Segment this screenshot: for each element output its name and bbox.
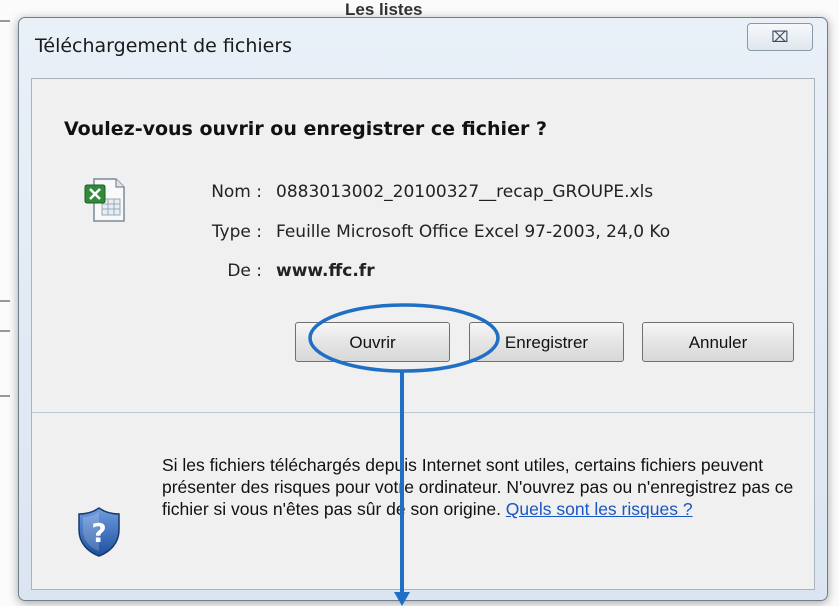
separator — [32, 412, 814, 413]
close-button[interactable]: ⌧ — [747, 23, 813, 51]
file-source-label: De : — [227, 261, 262, 281]
risks-link[interactable]: Quels sont les risques ? — [506, 499, 693, 519]
file-name-label: Nom : — [211, 182, 262, 202]
download-dialog: Téléchargement de fichiers ⌧ Voulez-vous… — [18, 17, 828, 601]
background-mark — [0, 300, 10, 302]
svg-text:?: ? — [91, 519, 106, 549]
dialog-question: Voulez-vous ouvrir ou enregistrer ce fic… — [64, 118, 547, 140]
title-bar[interactable]: Téléchargement de fichiers ⌧ — [19, 18, 827, 73]
warning-message: Si les fichiers téléchargés depuis Inter… — [162, 455, 794, 519]
open-button[interactable]: Ouvrir — [295, 322, 450, 362]
dialog-title: Téléchargement de fichiers — [35, 35, 293, 57]
file-source-value: www.ffc.fr — [276, 261, 375, 281]
shield-question-icon: ? — [78, 507, 120, 557]
save-button[interactable]: Enregistrer — [469, 322, 624, 362]
background-mark — [0, 20, 10, 22]
file-type-value: Feuille Microsoft Office Excel 97-2003, … — [276, 222, 671, 242]
excel-file-icon — [84, 178, 125, 222]
file-name-value: 0883013002_20100327__recap_GROUPE.xls — [276, 182, 654, 202]
background-mark — [0, 395, 10, 397]
cancel-button[interactable]: Annuler — [642, 322, 794, 362]
security-warning-text: Si les fichiers téléchargés depuis Inter… — [162, 454, 802, 520]
close-icon: ⌧ — [771, 28, 789, 46]
background-mark — [0, 330, 10, 332]
file-type-label: Type : — [211, 222, 262, 242]
dialog-body: Voulez-vous ouvrir ou enregistrer ce fic… — [31, 78, 815, 590]
